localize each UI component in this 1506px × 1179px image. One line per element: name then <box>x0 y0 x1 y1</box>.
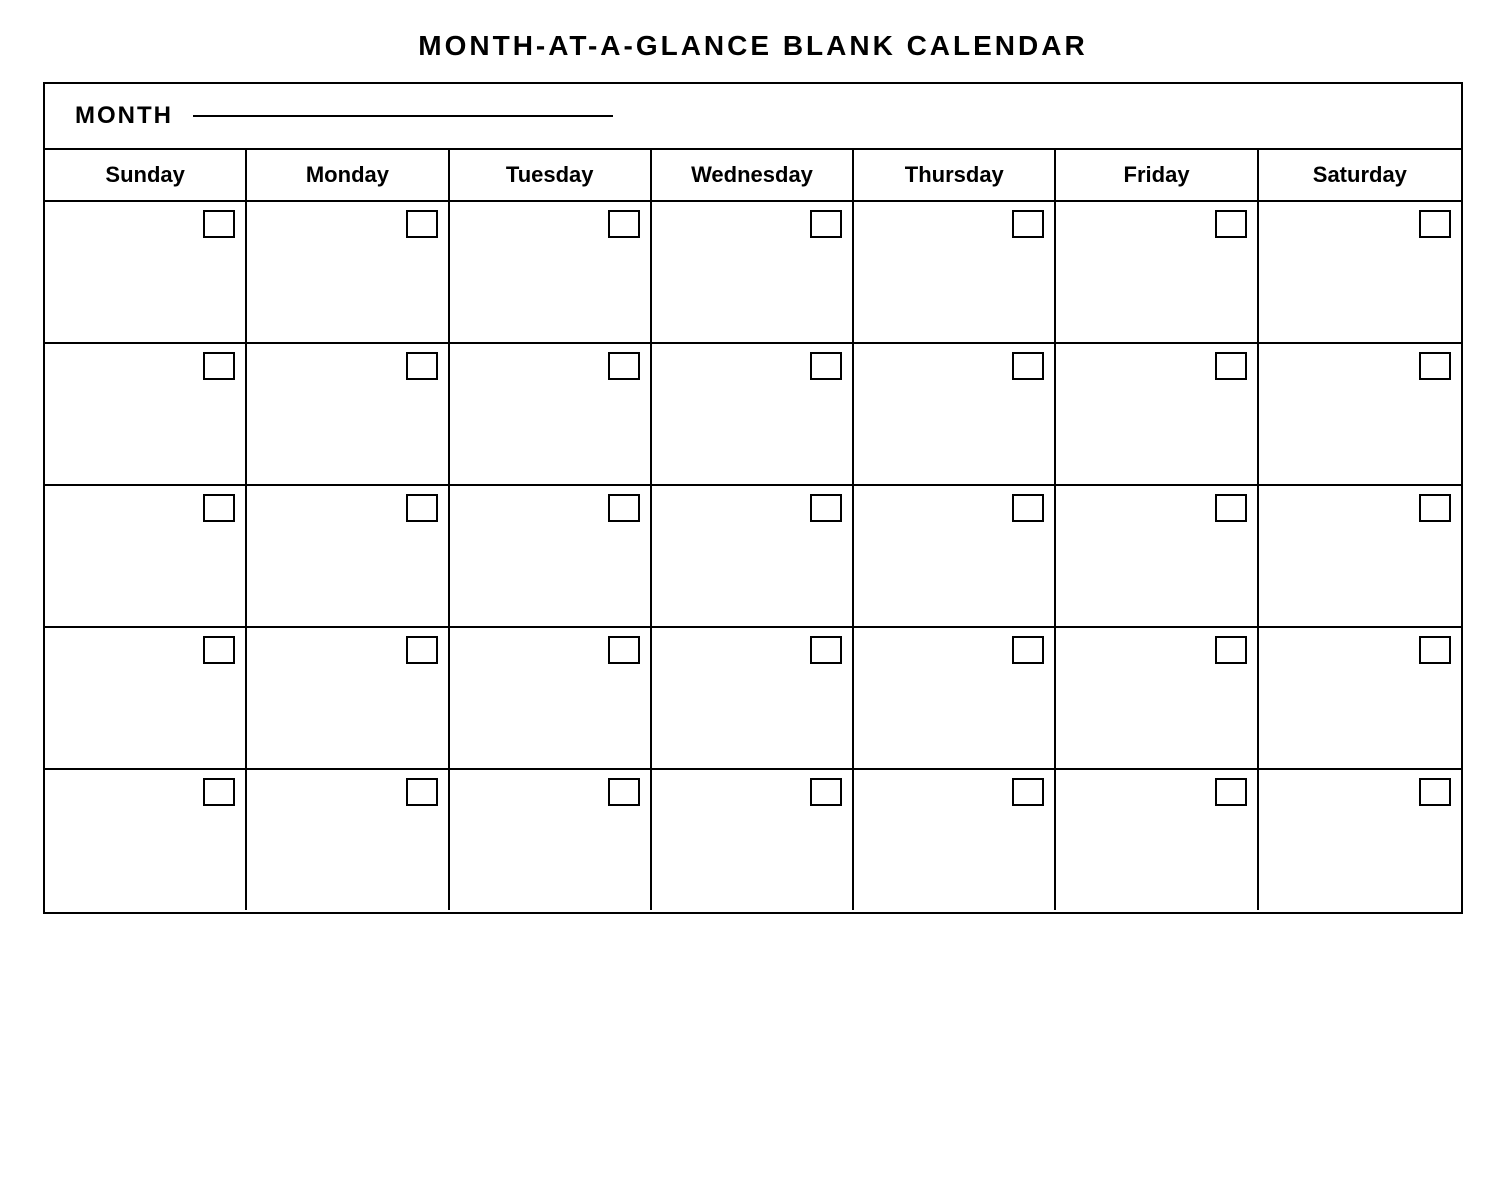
date-box <box>608 494 640 522</box>
date-box <box>203 210 235 238</box>
calendar-row <box>45 202 1461 344</box>
calendar-cell[interactable] <box>450 628 652 768</box>
calendar-cell[interactable] <box>247 344 449 484</box>
date-box <box>810 352 842 380</box>
calendar-cell[interactable] <box>652 628 854 768</box>
calendar-cell[interactable] <box>652 344 854 484</box>
calendar-cell[interactable] <box>1056 344 1258 484</box>
calendar-cell[interactable] <box>652 202 854 342</box>
date-box <box>203 636 235 664</box>
calendar-cell[interactable] <box>1259 344 1461 484</box>
calendar-cell[interactable] <box>450 770 652 910</box>
calendar-cell[interactable] <box>247 202 449 342</box>
calendar-cell[interactable] <box>45 344 247 484</box>
date-box <box>810 778 842 806</box>
calendar-cell[interactable] <box>450 202 652 342</box>
date-box <box>1419 494 1451 522</box>
day-headers: Sunday Monday Tuesday Wednesday Thursday… <box>45 150 1461 202</box>
page-title: MONTH-AT-A-GLANCE BLANK CALENDAR <box>43 20 1463 72</box>
calendar-cell[interactable] <box>854 628 1056 768</box>
calendar-cell[interactable] <box>1056 628 1258 768</box>
day-header-friday: Friday <box>1056 150 1258 200</box>
date-box <box>608 636 640 664</box>
date-box <box>1215 636 1247 664</box>
month-line <box>193 115 613 117</box>
calendar-cell[interactable] <box>1056 202 1258 342</box>
calendar-cell[interactable] <box>854 770 1056 910</box>
date-box <box>1215 778 1247 806</box>
date-box <box>1215 494 1247 522</box>
date-box <box>406 210 438 238</box>
calendar-cell[interactable] <box>854 486 1056 626</box>
calendar-cell[interactable] <box>854 344 1056 484</box>
date-box <box>406 778 438 806</box>
date-box <box>1012 352 1044 380</box>
calendar-cell[interactable] <box>45 202 247 342</box>
date-box <box>1012 210 1044 238</box>
calendar-cell[interactable] <box>247 486 449 626</box>
day-header-monday: Monday <box>247 150 449 200</box>
calendar-cell[interactable] <box>450 486 652 626</box>
calendar-cell[interactable] <box>1259 770 1461 910</box>
calendar-cell[interactable] <box>247 770 449 910</box>
date-box <box>203 778 235 806</box>
day-header-wednesday: Wednesday <box>652 150 854 200</box>
month-header: MONTH <box>45 84 1461 150</box>
page: MONTH-AT-A-GLANCE BLANK CALENDAR MONTH S… <box>43 20 1463 914</box>
calendar-cell[interactable] <box>45 486 247 626</box>
month-label: MONTH <box>75 102 173 130</box>
day-header-thursday: Thursday <box>854 150 1056 200</box>
day-header-sunday: Sunday <box>45 150 247 200</box>
date-box <box>810 636 842 664</box>
date-box <box>1419 636 1451 664</box>
date-box <box>608 352 640 380</box>
calendar-cell[interactable] <box>1259 628 1461 768</box>
calendar-grid <box>45 202 1461 912</box>
date-box <box>1419 352 1451 380</box>
calendar-cell[interactable] <box>652 486 854 626</box>
calendar-cell[interactable] <box>450 344 652 484</box>
date-box <box>1012 636 1044 664</box>
date-box <box>203 494 235 522</box>
day-header-tuesday: Tuesday <box>450 150 652 200</box>
date-box <box>1419 210 1451 238</box>
calendar-row <box>45 628 1461 770</box>
day-header-saturday: Saturday <box>1259 150 1461 200</box>
calendar-row <box>45 344 1461 486</box>
calendar-cell[interactable] <box>45 770 247 910</box>
date-box <box>1419 778 1451 806</box>
date-box <box>1215 352 1247 380</box>
date-box <box>810 210 842 238</box>
date-box <box>1012 778 1044 806</box>
calendar-row <box>45 770 1461 912</box>
date-box <box>203 352 235 380</box>
calendar-cell[interactable] <box>1259 202 1461 342</box>
date-box <box>608 778 640 806</box>
date-box <box>406 636 438 664</box>
date-box <box>608 210 640 238</box>
calendar-cell[interactable] <box>45 628 247 768</box>
calendar-cell[interactable] <box>1056 770 1258 910</box>
calendar-cell[interactable] <box>854 202 1056 342</box>
calendar-outer: MONTH Sunday Monday Tuesday Wednesday Th… <box>43 82 1463 914</box>
calendar-cell[interactable] <box>1259 486 1461 626</box>
date-box <box>406 352 438 380</box>
calendar-cell[interactable] <box>652 770 854 910</box>
calendar-cell[interactable] <box>1056 486 1258 626</box>
calendar-cell[interactable] <box>247 628 449 768</box>
date-box <box>1215 210 1247 238</box>
date-box <box>406 494 438 522</box>
date-box <box>1012 494 1044 522</box>
date-box <box>810 494 842 522</box>
calendar-row <box>45 486 1461 628</box>
